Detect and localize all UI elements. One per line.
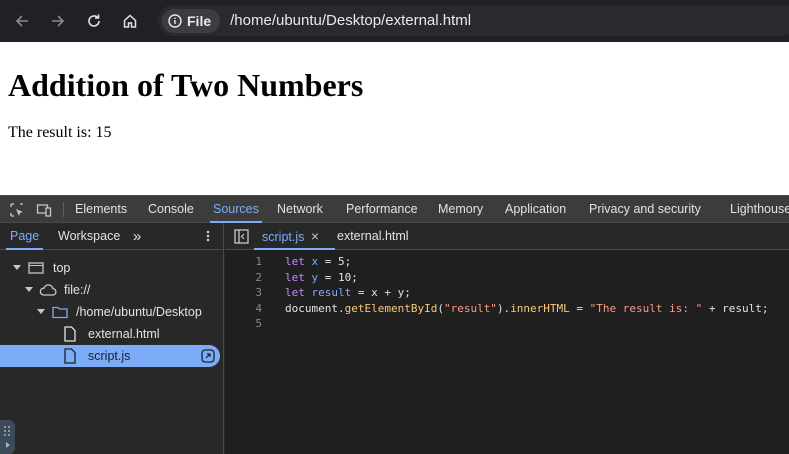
code-area[interactable]: 1 let x = 5; 2 let y = 10; 3 let result … [225, 254, 789, 332]
tree-item-top[interactable]: top [0, 257, 224, 279]
navigator-tabs: Page Workspace » [0, 223, 224, 250]
code-line: 1 let x = 5; [225, 254, 789, 270]
tree-label: /home/ubuntu/Desktop [76, 305, 202, 319]
page-content: Addition of Two Numbers The result is: 1… [0, 42, 789, 195]
toggle-navigator-icon[interactable] [234, 229, 249, 244]
sources-navigator: Page Workspace » top file:// /home/ubunt… [0, 223, 224, 454]
code-text: let y = 10; [285, 270, 358, 284]
tree-label: script.js [88, 349, 131, 363]
code-text: let result = x + y; [285, 286, 411, 299]
tree-label: top [53, 261, 71, 275]
tree-item-file-scheme[interactable]: file:// [0, 279, 224, 301]
more-options-icon[interactable] [201, 229, 215, 243]
site-info-chip[interactable]: File [162, 8, 221, 33]
devtools-panel: Elements Console Sources Network Perform… [0, 195, 789, 454]
result-text: The result is: 15 [8, 124, 112, 141]
code-line: 5 [225, 316, 789, 332]
line-number: 3 [255, 286, 262, 299]
tab-privacy-security[interactable]: Privacy and security [589, 196, 701, 222]
cloud-icon [39, 284, 57, 296]
code-editor: script.js × external.html 1 let x = 5; 2… [225, 223, 789, 454]
device-toolbar-icon[interactable] [36, 202, 52, 218]
info-icon [168, 13, 182, 28]
code-line: 2 let y = 10; [225, 270, 789, 286]
inspect-element-icon[interactable] [9, 202, 25, 218]
url-text[interactable]: /home/ubuntu/Desktop/external.html [230, 12, 471, 29]
close-tab-icon[interactable]: × [311, 228, 319, 244]
frame-icon [28, 262, 44, 274]
address-bar[interactable]: File /home/ubuntu/Desktop/external.html [158, 5, 789, 36]
site-info-label: File [187, 12, 212, 29]
folder-icon [52, 306, 68, 319]
tab-sources[interactable]: Sources [210, 196, 262, 223]
file-icon [64, 326, 76, 342]
tab-application[interactable]: Application [505, 196, 566, 222]
more-tabs-button[interactable]: » [133, 223, 141, 250]
code-line: 3 let result = x + y; [225, 285, 789, 301]
tab-memory[interactable]: Memory [438, 196, 483, 222]
file-icon [64, 348, 76, 364]
toolbar-divider [63, 202, 64, 217]
reload-button[interactable] [82, 9, 106, 33]
home-icon [123, 14, 137, 28]
line-number: 4 [255, 301, 262, 315]
tree-label: external.html [88, 327, 160, 341]
expand-arrow-icon[interactable] [24, 285, 34, 295]
drag-handle[interactable] [0, 420, 15, 454]
line-number: 1 [255, 255, 262, 268]
editor-tab-script-js[interactable]: script.js × [253, 223, 336, 250]
grip-icon [4, 426, 10, 448]
reload-icon [88, 14, 100, 27]
forward-button[interactable] [46, 9, 70, 33]
browser-toolbar: File /home/ubuntu/Desktop/external.html [0, 0, 789, 42]
tree-label: file:// [64, 283, 91, 297]
open-file-icon[interactable] [200, 348, 216, 364]
back-button[interactable] [10, 9, 34, 33]
code-line: 4 document.getElementById("result").inne… [225, 301, 789, 317]
tab-lighthouse[interactable]: Lighthouse [730, 196, 789, 222]
expand-arrow-icon[interactable] [12, 263, 22, 273]
forward-icon [52, 15, 65, 27]
page-heading: Addition of Two Numbers [8, 67, 364, 103]
tree-item-desktop-folder[interactable]: /home/ubuntu/Desktop [0, 301, 224, 323]
editor-tab-external-html[interactable]: external.html [337, 223, 409, 250]
tab-performance[interactable]: Performance [346, 196, 418, 222]
expand-arrow-icon[interactable] [36, 307, 46, 317]
devtools-tabbar: Elements Console Sources Network Perform… [0, 196, 789, 223]
line-number: 5 [255, 317, 262, 330]
tree-item-script-js[interactable]: script.js [0, 345, 220, 367]
line-number: 2 [255, 270, 262, 284]
back-icon [15, 15, 28, 27]
home-button[interactable] [118, 9, 142, 33]
tab-page[interactable]: Page [5, 223, 44, 250]
editor-tab-label: script.js [262, 230, 305, 244]
tab-elements[interactable]: Elements [75, 196, 127, 222]
code-text: let x = 5; [285, 255, 352, 268]
tab-console[interactable]: Console [148, 196, 194, 222]
tab-network[interactable]: Network [277, 196, 323, 222]
editor-tabs: script.js × external.html [225, 223, 789, 250]
tab-workspace[interactable]: Workspace [58, 223, 120, 250]
code-text: document.getElementById("result").innerH… [285, 301, 769, 315]
tree-item-external-html[interactable]: external.html [0, 323, 224, 345]
